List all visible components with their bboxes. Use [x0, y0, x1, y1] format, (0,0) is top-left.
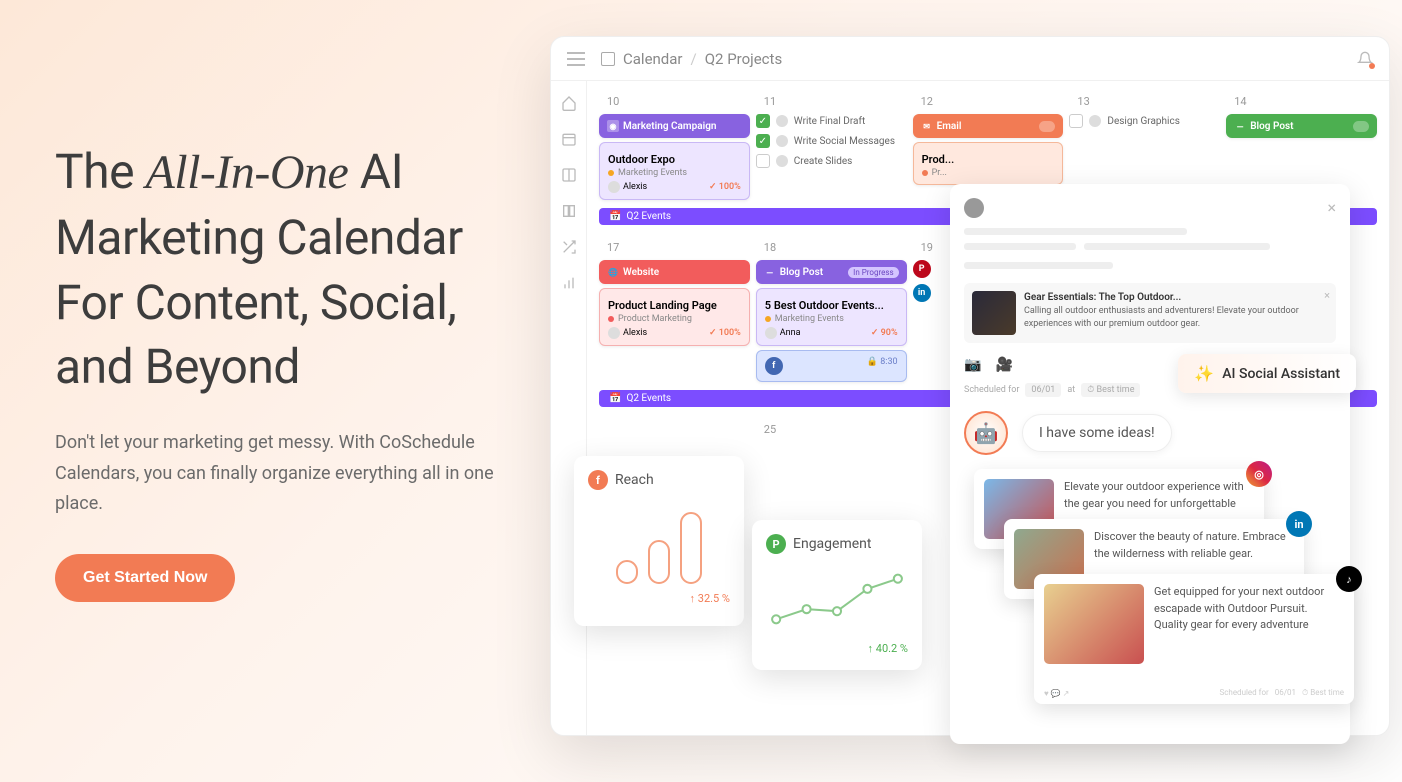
engagement-chart — [766, 564, 908, 634]
reach-pct: ↑ 32.5 % — [588, 592, 730, 605]
calendar-event-icon: 📅 — [609, 393, 621, 404]
suggestion-text: Get equipped for your next outdoor escap… — [1154, 584, 1344, 694]
avatar — [1089, 115, 1101, 127]
schedule-date[interactable]: 06/01 — [1025, 383, 1061, 397]
close-icon[interactable]: × — [1324, 289, 1330, 302]
date-13: 13 — [1069, 89, 1220, 114]
date-18: 18 — [756, 235, 907, 260]
avatar — [776, 115, 788, 127]
suggestion-thumbnail — [1044, 584, 1144, 664]
avatar — [776, 135, 788, 147]
breadcrumb-sep: / — [691, 50, 697, 68]
calendar-rail-icon[interactable] — [561, 131, 577, 147]
avatar — [776, 155, 788, 167]
email-card-header[interactable]: ✉Email — [913, 114, 1064, 138]
ai-assistant-panel: × Gear Essentials: The Top Outdoor... Ca… — [950, 184, 1350, 744]
task-row[interactable]: ✓Write Social Messages — [756, 134, 907, 148]
ai-assistant-badge[interactable]: ✨ AI Social Assistant — [1178, 354, 1356, 393]
checkbox-done-icon[interactable]: ✓ — [756, 114, 770, 128]
hamburger-icon[interactable] — [567, 52, 585, 66]
close-icon[interactable]: × — [1327, 198, 1336, 217]
instagram-icon: ◎ — [1246, 461, 1272, 487]
reaction-icons[interactable]: ♥ 💬 ↗ — [1044, 689, 1069, 698]
status-pill: In Progress — [848, 267, 898, 278]
task-row[interactable]: ✓Write Final Draft — [756, 114, 907, 128]
tiktok-icon: ♪ — [1336, 566, 1362, 592]
date-11: 11 — [756, 89, 907, 114]
gear-thumbnail — [972, 291, 1016, 335]
facebook-icon: f — [765, 357, 783, 375]
avatar — [608, 181, 620, 193]
hero-title-pre: The — [55, 143, 145, 200]
engagement-label: Engagement — [793, 536, 871, 552]
facebook-card[interactable]: f 🔒 8:30 — [756, 350, 907, 382]
blog2-card-header[interactable]: 𝍠Blog Post In Progress — [756, 260, 907, 284]
campaign-icon: ◉ — [607, 120, 619, 132]
task-row[interactable]: Design Graphics — [1069, 114, 1220, 128]
reach-panel: f Reach ↑ 32.5 % — [574, 456, 744, 626]
blog-card-header[interactable]: 𝍠Blog Post — [1226, 114, 1377, 138]
checkbox-icon[interactable] — [756, 154, 770, 168]
email-card[interactable]: Prod... Pr... — [913, 142, 1064, 185]
reach-label: Reach — [615, 472, 654, 488]
breadcrumb-project[interactable]: Q2 Projects — [705, 50, 782, 68]
engagement-pct: ↑ 40.2 % — [766, 642, 908, 655]
rss-icon: 𝍠 — [1234, 120, 1246, 132]
campaign-card[interactable]: Outdoor Expo Marketing Events Alexis✓ 10… — [599, 142, 750, 200]
schedule-time[interactable]: ⏱ Best time — [1081, 383, 1140, 397]
campaign-card-header[interactable]: ◉Marketing Campaign — [599, 114, 750, 138]
chart-icon[interactable] — [561, 275, 577, 291]
calendar-icon — [601, 52, 615, 66]
gear-preview-card[interactable]: Gear Essentials: The Top Outdoor... Call… — [964, 283, 1336, 343]
date-10: 10 — [599, 89, 750, 114]
campaign-title: Outdoor Expo — [608, 153, 741, 166]
engagement-panel: P Engagement ↑ 40.2 % — [752, 520, 922, 670]
website-card-header[interactable]: 🌐Website — [599, 260, 750, 284]
bot-avatar: 🤖 — [964, 411, 1008, 455]
reach-icon: f — [588, 470, 608, 490]
breadcrumb-calendar[interactable]: Calendar — [623, 50, 683, 68]
breadcrumb: Calendar / Q2 Projects — [601, 50, 782, 68]
date-12: 12 — [913, 89, 1064, 114]
shuffle-icon[interactable] — [561, 239, 577, 255]
hero-title-italic: All-In-One — [145, 146, 348, 199]
reach-bars — [588, 504, 730, 584]
side-rail — [551, 81, 587, 735]
checkbox-icon[interactable] — [1069, 114, 1083, 128]
pinterest-icon[interactable]: P — [913, 260, 931, 278]
video-icon[interactable]: 🎥 — [995, 357, 1012, 373]
gear-body: Calling all outdoor enthusiasts and adve… — [1024, 305, 1328, 330]
avatar — [608, 327, 620, 339]
ai-avatar-dot — [964, 198, 984, 218]
gear-title: Gear Essentials: The Top Outdoor... — [1024, 291, 1328, 305]
home-icon[interactable] — [561, 95, 577, 111]
engagement-icon: P — [766, 534, 786, 554]
get-started-button[interactable]: Get Started Now — [55, 554, 235, 602]
globe-icon: 🌐 — [607, 266, 619, 278]
website-card[interactable]: Product Landing Page Product Marketing A… — [599, 288, 750, 346]
book-icon[interactable] — [561, 203, 577, 219]
date-25: 25 — [756, 417, 907, 442]
linkedin-icon[interactable]: in — [913, 284, 931, 302]
task-row[interactable]: Create Slides — [756, 154, 907, 168]
email-icon: ✉ — [921, 120, 933, 132]
app-header: Calendar / Q2 Projects — [551, 37, 1389, 81]
camera-icon[interactable]: 📷 — [964, 357, 981, 373]
rss-icon: 𝍠 — [764, 266, 776, 278]
layout-icon[interactable] — [561, 167, 577, 183]
wand-icon: ✨ — [1194, 364, 1214, 383]
calendar-event-icon: 📅 — [609, 211, 621, 222]
date-14: 14 — [1226, 89, 1377, 114]
suggestion-card[interactable]: Get equipped for your next outdoor escap… — [1034, 574, 1354, 704]
bell-icon[interactable] — [1357, 51, 1373, 67]
linkedin-icon: in — [1286, 511, 1312, 537]
checkbox-done-icon[interactable]: ✓ — [756, 134, 770, 148]
hero-title: The All-In-One AI Marketing Calendar For… — [55, 140, 495, 400]
date-17: 17 — [599, 235, 750, 260]
hero-subtitle: Don't let your marketing get messy. With… — [55, 428, 495, 520]
avatar — [765, 327, 777, 339]
bot-bubble: I have some ideas! — [1022, 414, 1172, 452]
blog2-card[interactable]: 5 Best Outdoor Events... Marketing Event… — [756, 288, 907, 346]
